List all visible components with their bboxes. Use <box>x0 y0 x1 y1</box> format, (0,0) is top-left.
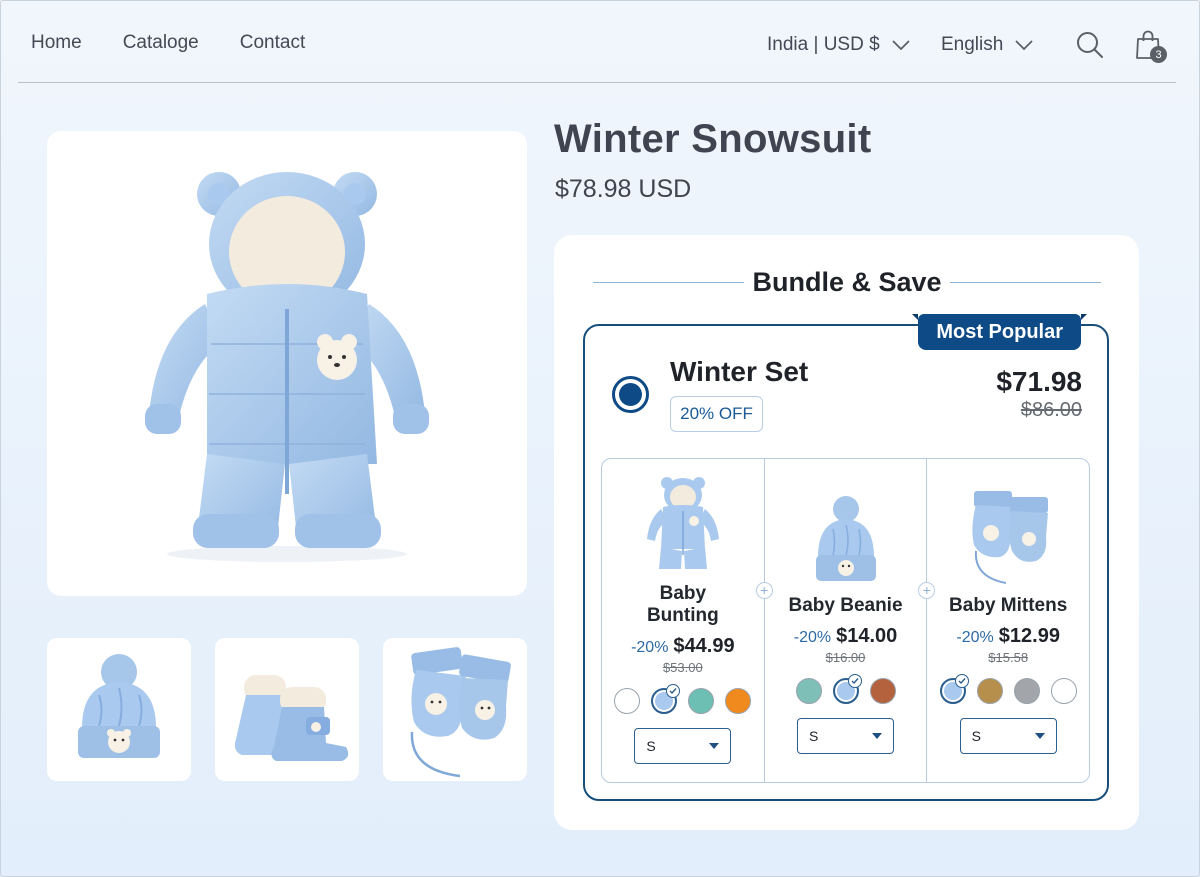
most-popular-badge: Most Popular <box>912 314 1087 350</box>
caret-down-icon <box>709 743 720 749</box>
color-swatch-blue[interactable] <box>651 684 681 714</box>
divider <box>593 282 745 283</box>
item-price: $12.99 <box>998 625 1060 647</box>
item-price-row: -20% $14.00 <box>794 625 898 648</box>
nav-contact[interactable]: Contact <box>240 32 305 54</box>
size-value: S <box>646 738 656 754</box>
main-product-image[interactable] <box>47 131 527 596</box>
item-price: $14.00 <box>836 625 898 647</box>
item-name: Baby Mittens <box>949 595 1068 616</box>
divider <box>949 282 1101 283</box>
offer-price: $71.98 <box>996 366 1082 397</box>
checkmark-icon <box>847 674 862 688</box>
item-compare-price: $15.58 <box>988 650 1029 665</box>
checkmark-icon <box>666 684 681 698</box>
color-swatch-white[interactable] <box>614 688 641 714</box>
plus-icon: + <box>918 582 936 599</box>
checkmark-icon <box>954 674 969 688</box>
item-price-row: -20% $44.99 <box>631 635 735 658</box>
offer-name: Winter Set <box>670 356 809 387</box>
caret-down-icon <box>872 733 882 739</box>
color-swatch-teal[interactable] <box>688 688 715 714</box>
booties-image <box>234 674 349 761</box>
language-selector[interactable]: English <box>941 34 1075 56</box>
size-select[interactable]: S <box>959 718 1057 754</box>
item-name-text: Baby Bunting <box>646 583 719 626</box>
thumbnail-booties[interactable] <box>215 638 359 781</box>
chevron-down-icon <box>1015 40 1033 50</box>
header-actions: India | USD $ English 3 <box>767 27 1167 63</box>
item-image <box>643 475 723 575</box>
language-label: English <box>941 34 1004 55</box>
beanie-image <box>78 653 160 758</box>
nav-catalog[interactable]: Cataloge <box>123 32 199 54</box>
product-title: Winter Snowsuit <box>554 117 872 161</box>
bundle-heading: Bundle & Save <box>554 267 1139 298</box>
item-image <box>960 475 1056 587</box>
thumbnail-beanie[interactable] <box>47 638 191 781</box>
nav-home[interactable]: Home <box>31 32 82 54</box>
beanie-image <box>815 496 876 581</box>
cart-count-badge: 3 <box>1150 46 1167 63</box>
thumbnail-mittens[interactable] <box>383 638 527 781</box>
color-swatch-teal[interactable] <box>795 678 822 704</box>
color-swatches <box>614 684 752 714</box>
size-select[interactable]: S <box>634 728 732 764</box>
chevron-down-icon <box>892 40 910 50</box>
color-swatch-blue[interactable] <box>939 674 969 704</box>
bundle-card: Bundle & Save Most Popular Winter Set 20… <box>554 235 1139 830</box>
item-image <box>806 475 886 587</box>
search-icon <box>1077 32 1103 58</box>
plus-icon: + <box>755 582 773 599</box>
size-value: S <box>809 728 819 744</box>
color-swatch-gray[interactable] <box>1013 678 1040 704</box>
product-price: $78.98 USD <box>555 175 692 203</box>
snowsuit-image <box>145 171 429 562</box>
header-divider <box>18 82 1176 83</box>
bunting-image <box>646 477 719 569</box>
discount-badge: 20% OFF <box>670 396 763 432</box>
color-swatch-white[interactable] <box>1050 678 1077 704</box>
item-discount: -20% <box>793 629 832 646</box>
bundle-item-bunting: Baby Bunting -20% $44.99 $53.00 S <box>602 459 764 782</box>
color-swatch-orange[interactable] <box>725 688 752 714</box>
main-nav: Home Cataloge Contact <box>31 32 305 54</box>
item-name: Baby Bunting <box>643 583 723 627</box>
country-currency-selector[interactable]: India | USD $ <box>767 34 941 56</box>
item-discount: -20% <box>956 629 994 646</box>
caret-down-icon <box>1034 733 1045 739</box>
item-compare-price: $16.00 <box>825 650 866 665</box>
bundle-offer-winter-set[interactable]: Most Popular Winter Set 20% OFF $71.98 $… <box>583 314 1109 801</box>
size-select[interactable]: S <box>797 718 894 754</box>
item-compare-price: $53.00 <box>662 660 703 675</box>
cart-button[interactable]: 3 <box>1133 27 1167 63</box>
bundle-heading-label: Bundle & Save <box>752 267 942 297</box>
bundle-item-mittens: + Baby Mittens -20% $12.99 $15.58 S <box>918 459 1089 782</box>
bundle-items: Baby Bunting -20% $44.99 $53.00 S + Baby… <box>601 458 1090 783</box>
item-discount: -20% <box>631 639 669 656</box>
color-swatches <box>795 674 896 704</box>
item-name: Baby Beanie <box>788 595 903 616</box>
color-swatch-tan[interactable] <box>976 678 1003 704</box>
mittens-image <box>410 646 511 777</box>
offer-radio[interactable] <box>612 376 649 413</box>
color-swatches <box>939 674 1077 704</box>
bundle-item-beanie: + Baby Beanie -20% $14.00 $16.00 S <box>755 459 927 782</box>
mittens-image <box>972 491 1049 584</box>
item-price: $44.99 <box>673 635 735 657</box>
search-button[interactable] <box>1075 30 1105 60</box>
color-swatch-blue[interactable] <box>832 674 862 704</box>
country-currency-label: India | USD $ <box>767 34 880 55</box>
color-swatch-brown[interactable] <box>869 678 896 704</box>
offer-compare-price: $86.00 <box>1020 399 1082 421</box>
size-value: S <box>971 728 982 744</box>
item-price-row: -20% $12.99 <box>956 625 1060 648</box>
